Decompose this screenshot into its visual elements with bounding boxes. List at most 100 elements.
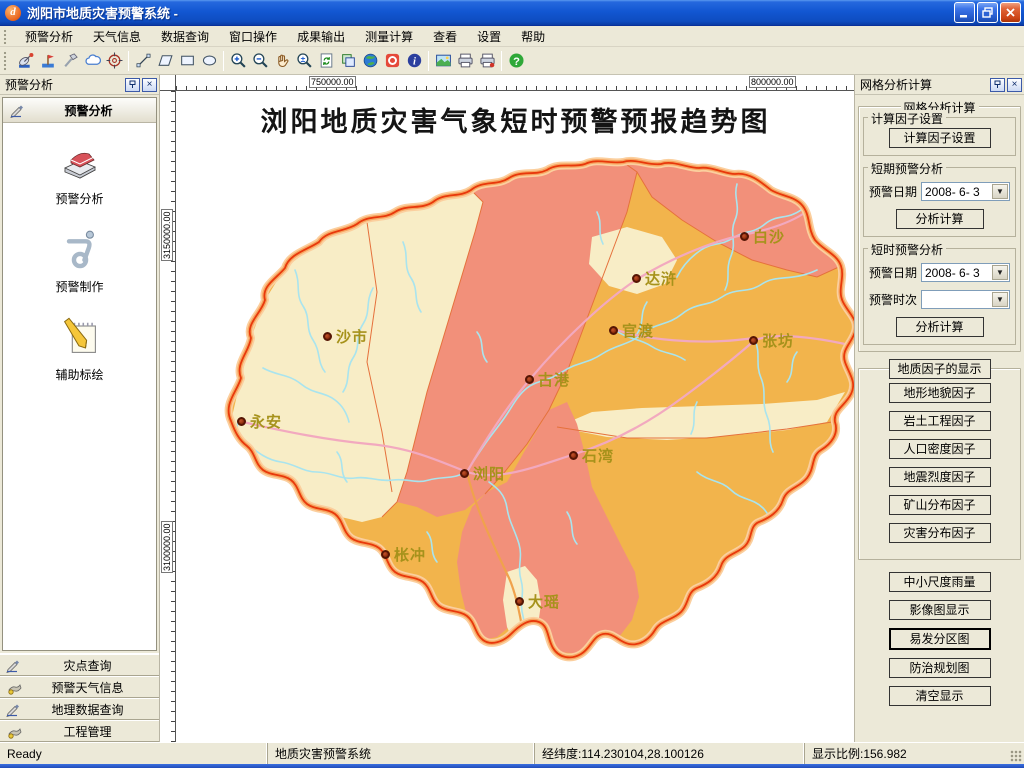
restore-icon [982,7,993,18]
map-area[interactable]: 750000.00 800000.00 3150000.00 3100000.0… [160,75,855,742]
town-dot-icon [460,469,469,478]
draw-rectangle-icon[interactable] [176,50,198,72]
town-label: 张坊 [762,330,794,351]
pan-hand-icon[interactable] [271,50,293,72]
copy-layers-icon[interactable] [337,50,359,72]
menu-item[interactable]: 设置 [467,26,511,47]
warning-date-select[interactable]: 2008- 6- 3 ▼ [921,182,1010,201]
close-panel-button[interactable]: × [1007,78,1022,92]
factor-button[interactable]: 地形地貌因子 [889,383,991,403]
menu-item[interactable]: 数据查询 [151,26,219,47]
calc-factor-group: 计算因子设置 计算因子设置 [863,117,1016,156]
zoom-in-icon[interactable] [227,50,249,72]
factor-button[interactable]: 地震烈度因子 [889,467,991,487]
toolbar-separator [501,51,502,71]
draw-polygon-icon[interactable] [154,50,176,72]
image-view-icon[interactable] [432,50,454,72]
sidebar-item-disaster-query[interactable]: 灾点查询 [0,654,159,676]
print-icon[interactable] [454,50,476,72]
town-label: 枨冲 [394,544,426,565]
cloud-icon[interactable] [81,50,103,72]
pin-button[interactable] [990,78,1005,92]
realtime-warning-group: 短时预警分析 预警日期 2008- 6- 3 ▼ 预警时次 ▼ [863,248,1016,345]
warning-time-select[interactable]: ▼ [921,290,1010,309]
locate-target-icon[interactable] [103,50,125,72]
warning-time-label: 预警时次 [869,291,921,308]
ruler-label: 750000.00 [309,76,356,88]
sidebar-item-warning-weather[interactable]: 预警天气信息 [0,676,159,698]
sidebar-item-warning-make[interactable]: 预警制作 [3,227,156,295]
pin-icon [993,80,1002,89]
layer-button[interactable]: 清空显示 [889,686,991,706]
left-panel-title: 预警分析 [5,76,123,93]
layer-button[interactable]: 防治规划图 [889,658,991,678]
refresh-view-icon[interactable] [315,50,337,72]
layer-button[interactable]: 中小尺度雨量 [889,572,991,592]
map-canvas[interactable]: 浏阳地质灾害气象短时预警预报趋势图 [177,92,854,742]
stop-icon[interactable] [381,50,403,72]
chevron-down-icon[interactable]: ▼ [992,184,1008,199]
menu-item[interactable]: 窗口操作 [219,26,287,47]
warning-date-value: 2008- 6- 3 [922,266,992,280]
town-label: 永安 [250,411,282,432]
zoom-out-icon[interactable] [249,50,271,72]
menu-item[interactable]: 查看 [423,26,467,47]
calc-factor-settings-button[interactable]: 计算因子设置 [889,128,991,148]
sidebar-item-geodata-query[interactable]: 地理数据查询 [0,698,159,720]
draw-line-icon[interactable] [132,50,154,72]
warning-analysis-icon[interactable] [15,50,37,72]
pin-button[interactable] [125,78,140,92]
chevron-down-icon[interactable]: ▼ [992,265,1008,280]
factor-button[interactable]: 灾害分布因子 [889,523,991,543]
group-legend: 计算因子设置 [868,110,946,127]
minimize-button[interactable] [954,2,975,23]
geo-factor-display-button[interactable]: 地质因子的显示 [889,359,991,379]
ruler-corner [160,75,176,91]
factor-button[interactable]: 岩土工程因子 [889,411,991,431]
help-icon[interactable]: ? [505,50,527,72]
toolbar-gripper[interactable] [2,50,11,72]
print-setup-icon[interactable] [476,50,498,72]
info-icon[interactable]: i [403,50,425,72]
restore-button[interactable] [977,2,998,23]
close-button[interactable] [1000,2,1021,23]
globe-icon[interactable] [359,50,381,72]
left-panel-nav: 灾点查询 预警天气信息 地理数据查询 工程管理 [0,653,159,742]
menu-item[interactable]: 测量计算 [355,26,423,47]
status-system-name: 地质灾害预警系统 [267,743,534,764]
warning-date-select[interactable]: 2008- 6- 3 ▼ [921,263,1010,282]
resize-grip[interactable] [1010,750,1022,762]
menu-item[interactable]: 帮助 [511,26,555,47]
sidebar-item-aux-plot[interactable]: 辅助标绘 [3,315,156,383]
nav-label: 工程管理 [22,723,153,740]
town-dot-icon [323,332,332,341]
warning-make-icon[interactable] [37,50,59,72]
town-label: 浏阳 [473,463,505,484]
short-term-analyze-button[interactable]: 分析计算 [896,209,984,229]
factor-button[interactable]: 人口密度因子 [889,439,991,459]
menubar-gripper[interactable] [2,28,11,44]
app-logo-icon: d [5,5,21,21]
factor-button[interactable]: 矿山分布因子 [889,495,991,515]
plot-tool-icon[interactable] [59,50,81,72]
vertical-ruler: 3150000.00 3100000.00 [160,91,176,742]
menu-item[interactable]: 天气信息 [83,26,151,47]
minimize-icon [959,7,970,18]
town-marker: 大瑶 [515,591,560,612]
close-panel-button[interactable]: × [142,78,157,92]
sidebar-item-warning-analysis[interactable]: 预警分析 [3,143,156,207]
chevron-down-icon[interactable]: ▼ [992,292,1008,307]
draw-ellipse-icon[interactable] [198,50,220,72]
layer-button[interactable]: 易发分区图 [889,628,991,650]
menu-item[interactable]: 成果输出 [287,26,355,47]
menu-item[interactable]: 预警分析 [15,26,83,47]
zoom-extent-icon[interactable]: ± [293,50,315,72]
warning-date-label: 预警日期 [869,264,921,281]
ruler-label: 800000.00 [749,76,796,88]
realtime-analyze-button[interactable]: 分析计算 [896,317,984,337]
sidebar-item-project-mgmt[interactable]: 工程管理 [0,720,159,742]
nav-label: 地理数据查询 [22,701,153,718]
window-title: 浏阳市地质灾害预警系统 - [27,3,952,22]
town-label: 古港 [538,369,570,390]
layer-button[interactable]: 影像图显示 [889,600,991,620]
